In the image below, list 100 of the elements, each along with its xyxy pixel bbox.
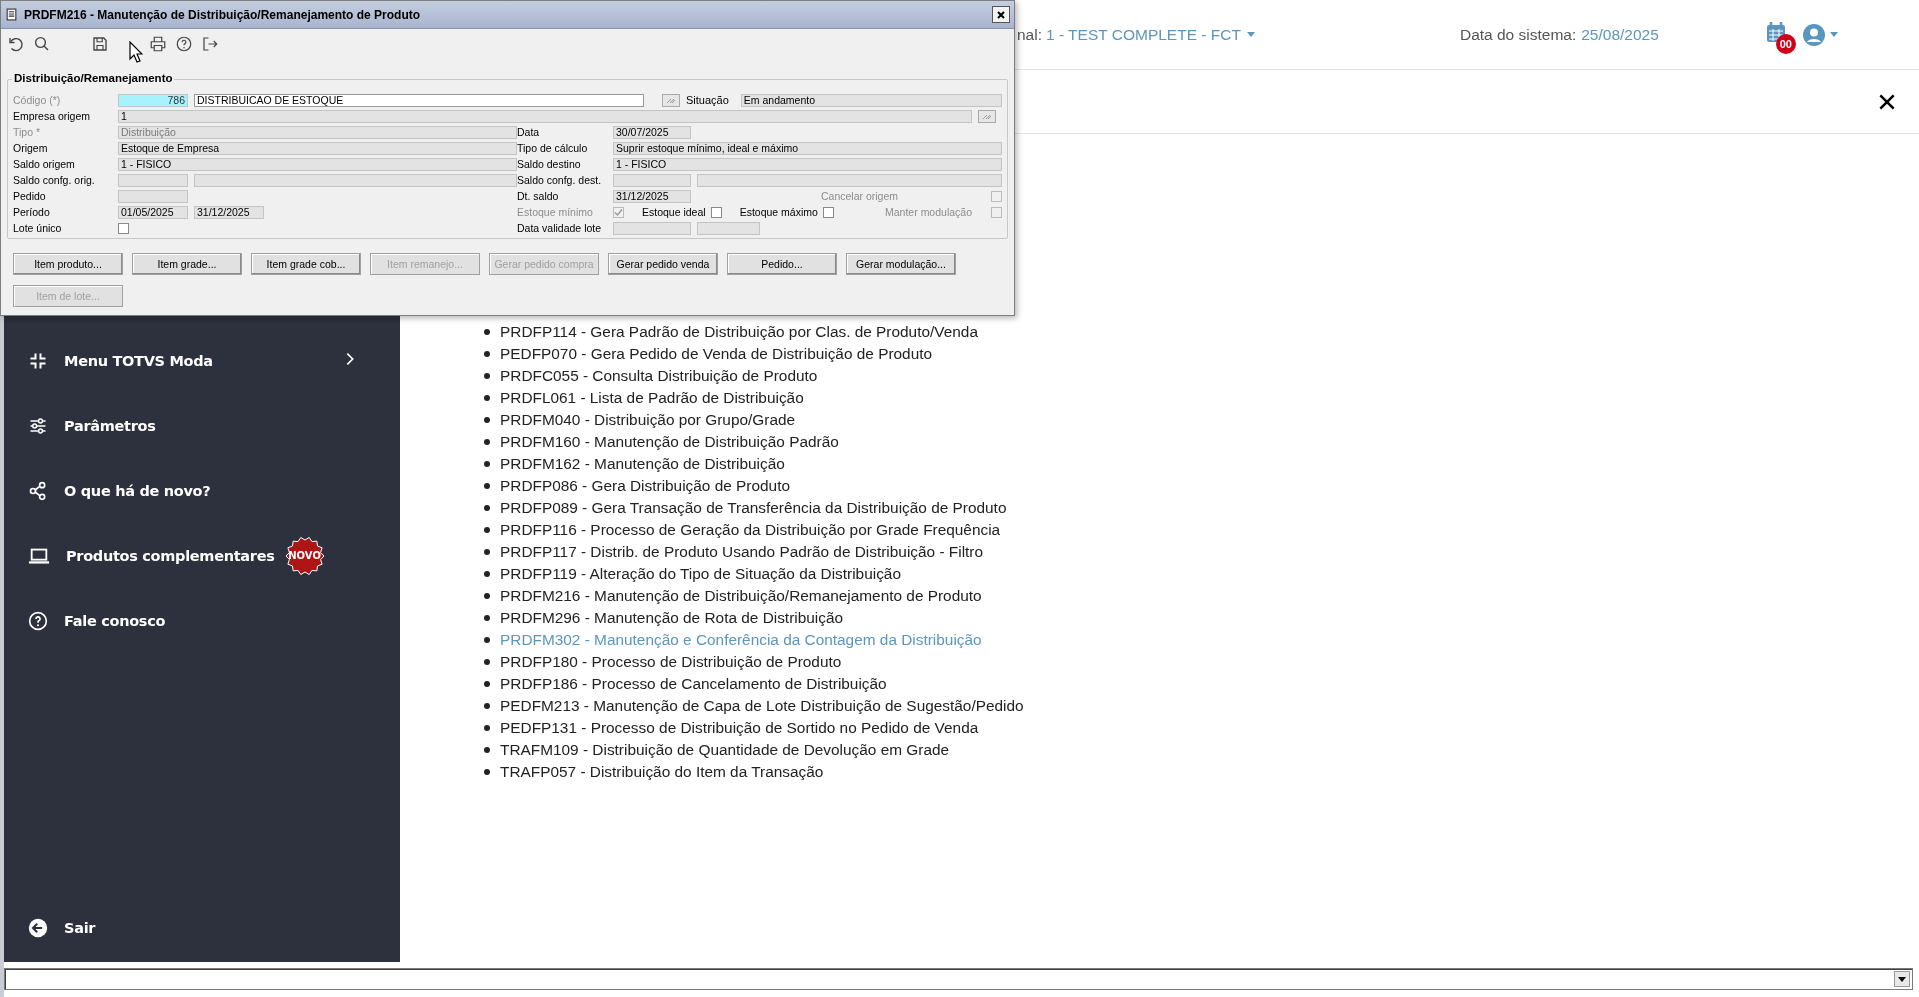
field-label: Situação [686, 94, 729, 106]
bullet-icon [484, 725, 490, 731]
text-field[interactable]: 1 - FISICO [118, 157, 517, 171]
text-field[interactable]: 1 [118, 109, 972, 123]
bullet-icon [484, 483, 490, 489]
dropdown-arrow-icon [1898, 975, 1906, 983]
close-icon [996, 9, 1006, 20]
program-link[interactable]: PRDFM040 - Distribuição por Grupo/Grade [500, 411, 796, 429]
caret-icon [1829, 32, 1838, 37]
field-label: Cancelar origem [820, 190, 898, 202]
bullet-icon [484, 351, 490, 357]
hatch-icon [666, 96, 676, 104]
text-field[interactable]: Estoque de Empresa [118, 141, 517, 155]
branch-label: nal: [1017, 25, 1042, 44]
hatch-icon [982, 112, 992, 120]
share-icon [28, 480, 48, 501]
checkbox[interactable] [710, 206, 722, 218]
program-link[interactable]: PRDFM162 - Manutenção de Distribuição [500, 455, 785, 473]
action-button[interactable]: Item grade cob... [251, 253, 361, 275]
checkbox[interactable] [822, 206, 834, 218]
bullet-icon [484, 373, 490, 379]
search-icon [33, 35, 51, 53]
menu-item[interactable]: Produtos complementares NOVO [4, 523, 400, 588]
group-title: Distribuição/Remanejamento [12, 72, 175, 84]
lookup-button[interactable] [978, 109, 996, 123]
text-field[interactable] [697, 173, 1002, 187]
text-field[interactable]: 30/07/2025 [613, 125, 691, 139]
text-field[interactable] [697, 221, 760, 235]
field-label: Tipo de cálculo [517, 142, 589, 154]
menu-item[interactable]: Menu TOTVS Moda [4, 328, 400, 393]
program-link[interactable]: PRDFP086 - Gera Distribuição de Produto [500, 477, 790, 495]
field-label: Data validade lote [517, 222, 603, 234]
menu-item[interactable]: Fale conosco [4, 588, 400, 653]
text-field[interactable] [118, 189, 188, 203]
program-link[interactable]: PRDFP116 - Processo de Geração da Distribuição por Grade Frequência [500, 521, 1001, 539]
program-link[interactable]: PRDFP119 - Alteração do Tipo de Situação da Distribuição [500, 565, 901, 583]
text-field[interactable]: 31/12/2025 [613, 189, 691, 203]
field-label: Pedido [13, 190, 47, 202]
text-field[interactable]: 1 - FISICO [613, 157, 1002, 171]
program-link[interactable]: PRDFP089 - Gera Transação de Transferência da Distribuição de Produto [500, 499, 1007, 517]
program-link[interactable]: TRAFM109 - Distribuição de Quantidade de Devolução em Grade [500, 741, 950, 759]
text-field[interactable]: Suprir estoque mínimo, ideal e máximo [613, 141, 1002, 155]
field-label: Saldo confg. dest. [517, 174, 603, 186]
text-field[interactable]: 01/05/2025 [118, 205, 188, 219]
bullet-icon [484, 417, 490, 423]
command-combo-box[interactable] [4, 968, 1913, 990]
user-avatar-icon [1801, 22, 1826, 47]
new-badge: NOVO [284, 535, 325, 576]
action-button[interactable]: Pedido... [727, 253, 837, 275]
field-label: Saldo origem [13, 158, 76, 170]
bullet-icon [484, 505, 490, 511]
field-label: Saldo destino [517, 158, 582, 170]
action-button[interactable]: Item produto... [13, 253, 123, 275]
program-link[interactable]: PRDFM296 - Manutenção de Rota de Distribuição [500, 609, 844, 627]
help-icon [28, 610, 48, 631]
text-field[interactable] [613, 221, 691, 235]
program-link[interactable]: TRAFP057 - Distribuição do Item da Transação [500, 763, 824, 781]
field-label: Origem [13, 142, 49, 154]
bullet-icon [484, 395, 490, 401]
lookup-button[interactable] [662, 93, 680, 107]
checkbox[interactable] [118, 222, 129, 234]
date-label: Data do sistema: [1459, 25, 1577, 44]
text-field[interactable]: 31/12/2025 [194, 205, 264, 219]
exit-item[interactable]: Sair [4, 895, 400, 960]
undo-icon [7, 35, 25, 53]
bullet-icon [484, 571, 490, 577]
field-label: Lote único [13, 222, 63, 234]
text-field[interactable]: Em andamento [740, 93, 1002, 107]
menu-item[interactable]: Parâmetros [4, 393, 400, 458]
close-button[interactable] [992, 6, 1010, 23]
field-label: Tipo * [13, 126, 42, 138]
program-link[interactable]: PRDFM216 - Manutenção de Distribuição/Remanejamento de Produto [500, 587, 982, 605]
bullet-icon [484, 329, 490, 335]
program-link[interactable]: PRDFP180 - Processo de Distribuição de Produto [500, 653, 842, 671]
program-link[interactable]: PEDFM213 - Manutenção de Capa de Lote Distribuição de Sugestão/Pedido [500, 697, 1024, 715]
action-button[interactable]: Item grade... [132, 253, 242, 275]
field-label: Data [517, 126, 541, 138]
field-label: Período [13, 206, 51, 218]
program-link[interactable]: PRDFL061 - Lista de Padrão de Distribuição [500, 389, 804, 407]
program-link[interactable]: PRDFM160 - Manutenção de Distribuição Padrão [500, 433, 839, 451]
text-field[interactable] [118, 173, 188, 187]
menu-item[interactable]: O que há de novo? [4, 458, 400, 523]
program-link[interactable]: PEDFP131 - Processo de Distribuição de Sortido no Pedido de Venda [500, 719, 979, 737]
bullet-icon [484, 681, 490, 687]
bullet-icon [484, 527, 490, 533]
program-link[interactable]: PRDFP117 - Distrib. de Produto Usando Padrão de Distribuição - Filtro [500, 543, 984, 561]
action-button[interactable]: Gerar pedido venda [608, 253, 718, 275]
program-link[interactable]: PRDFP186 - Processo de Cancelamento de Distribuição [500, 675, 887, 693]
action-button[interactable]: Gerar modulação... [846, 253, 956, 275]
program-link[interactable]: PRDFC055 - Consulta Distribuição de Produto [500, 367, 818, 385]
program-link[interactable]: PRDFP114 - Gera Padrão de Distribuição por Clas. de Produto/Venda [500, 323, 978, 341]
field-label: Estoque mínimo [517, 206, 594, 218]
print-icon [149, 35, 167, 53]
text-field[interactable] [613, 173, 691, 187]
text-field[interactable] [194, 173, 517, 187]
field-label: Estoque máximo [739, 206, 818, 218]
caret-icon [1246, 32, 1255, 37]
bullet-icon [484, 769, 490, 775]
save-icon [91, 35, 109, 53]
program-link[interactable]: PEDFP070 - Gera Pedido de Venda de Distribuição de Produto [500, 345, 933, 363]
